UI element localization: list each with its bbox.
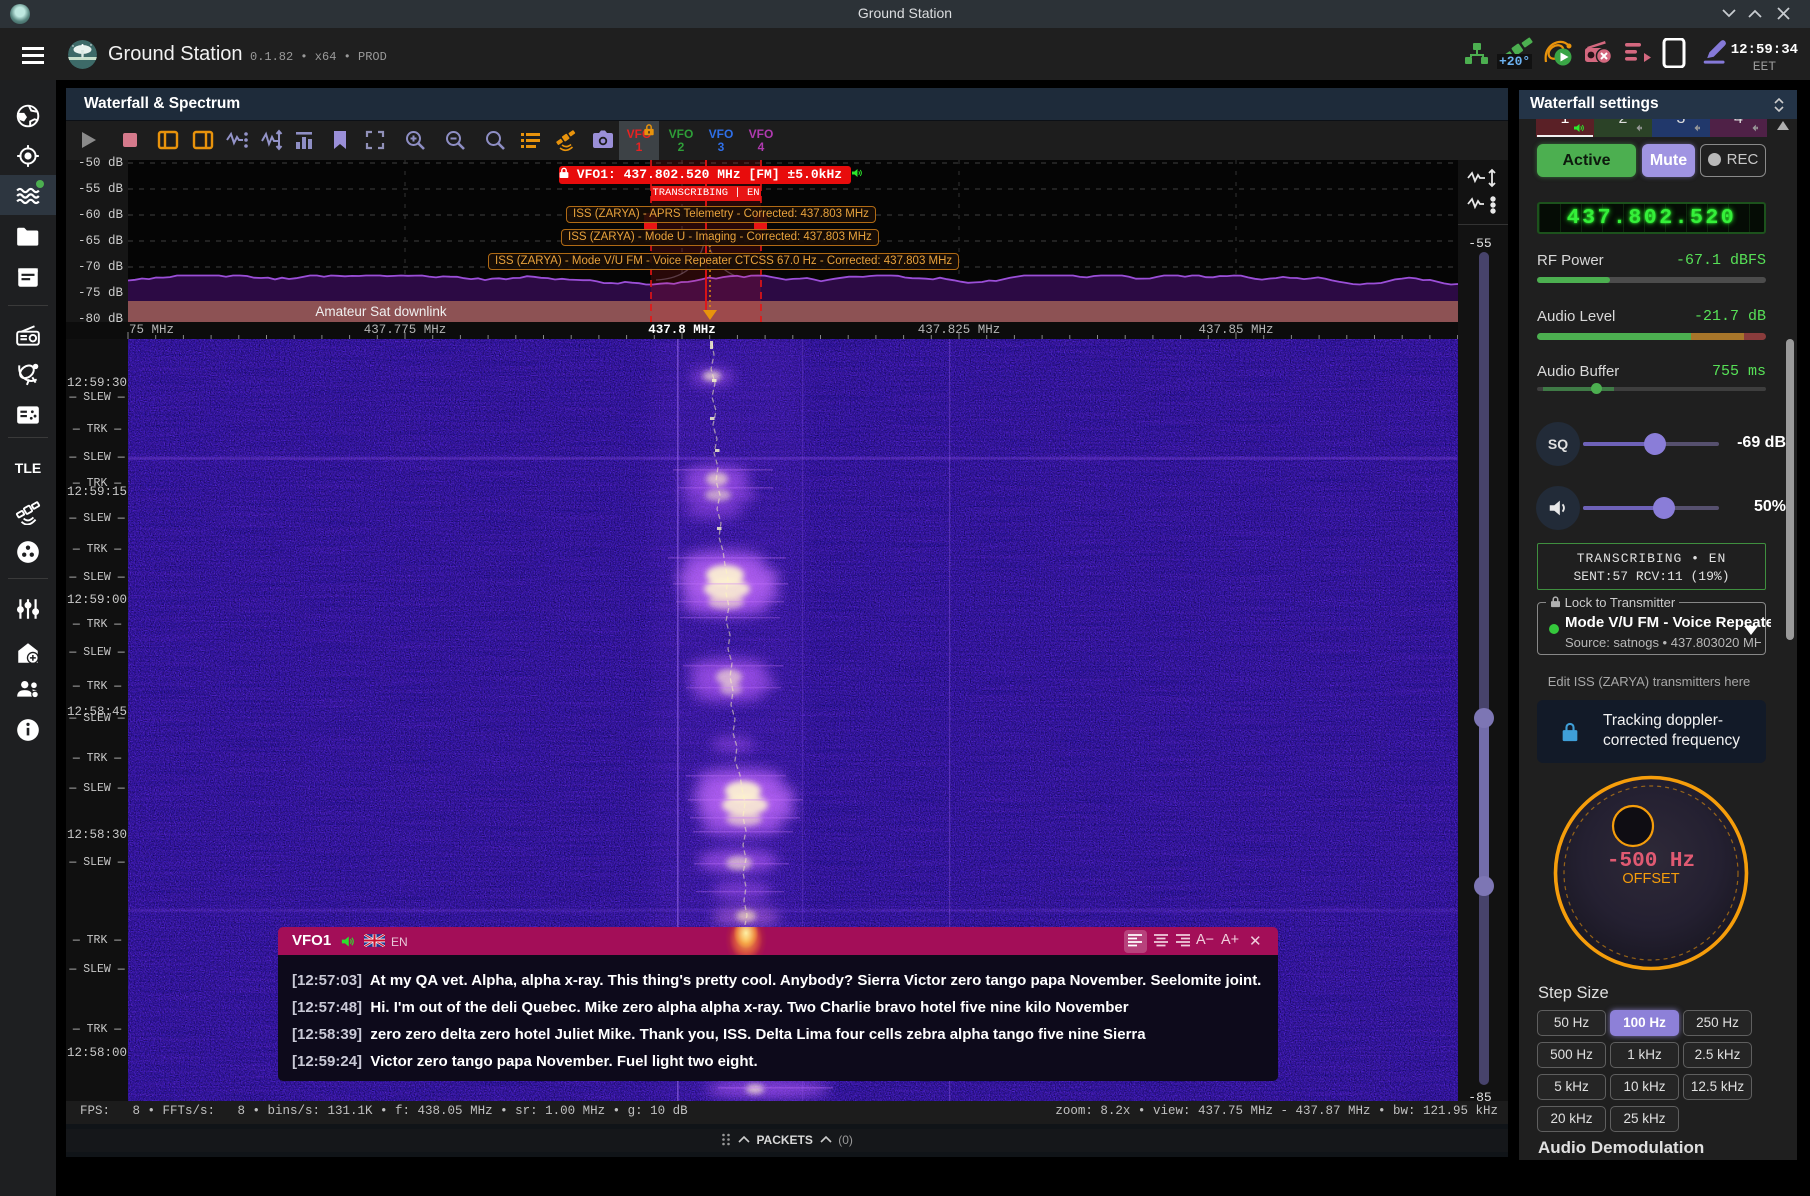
svg-text:OFFSET: OFFSET — [1622, 871, 1679, 887]
svg-text:Amateur Sat downlink: Amateur Sat downlink — [315, 304, 447, 319]
svg-text:-500 Hz: -500 Hz — [1607, 850, 1695, 873]
